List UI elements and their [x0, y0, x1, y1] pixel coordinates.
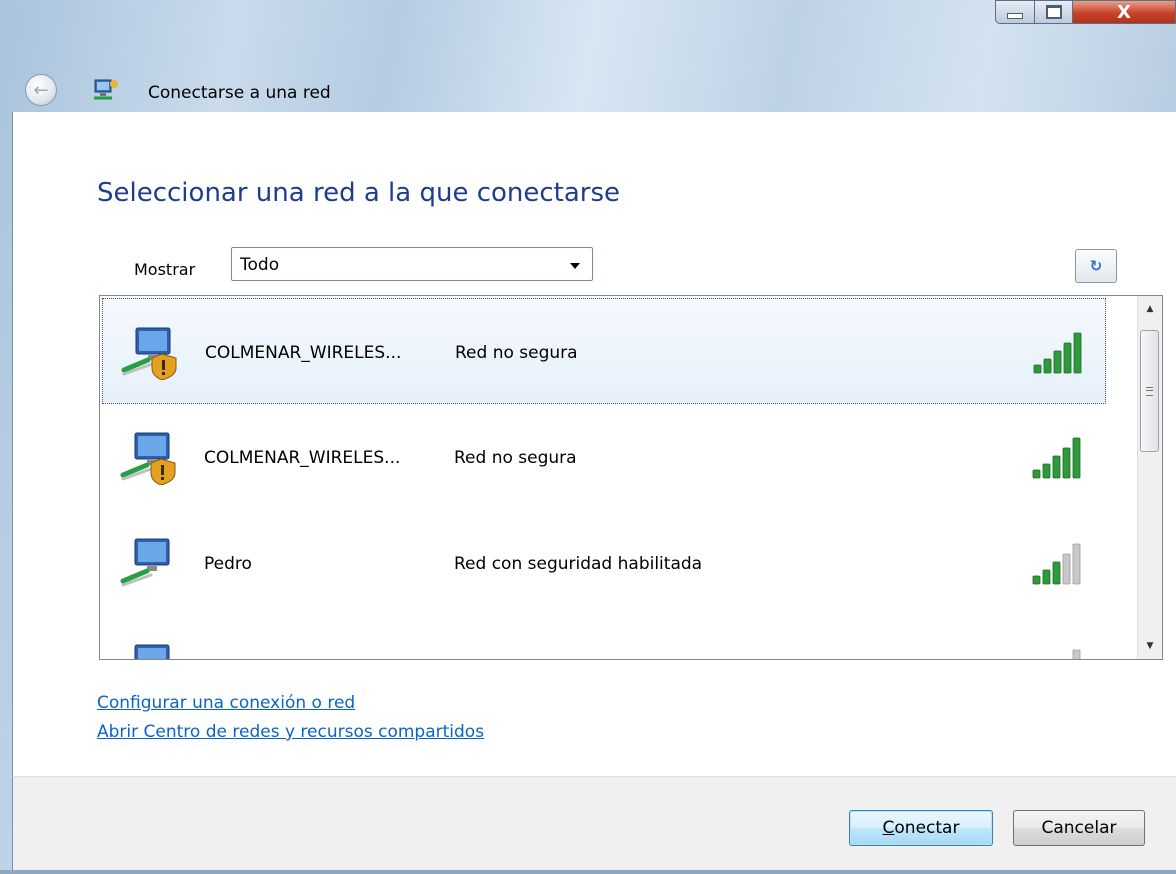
dropdown-arrow-icon — [570, 263, 580, 269]
network-list[interactable]: COLMENAR_WIRELES... Red no segura COLMENAR… — [99, 295, 1163, 660]
signal-bar — [1053, 350, 1062, 374]
network-icon — [120, 538, 170, 587]
signal-strength-icon — [1032, 437, 1081, 479]
window-title: Conectarse a una red — [148, 83, 331, 103]
network-icon — [134, 644, 170, 659]
button-bar: Conectar Cancelar — [12, 776, 1176, 871]
signal-bar — [1072, 649, 1081, 659]
cancel-button[interactable]: Cancelar — [1013, 810, 1145, 846]
connect-button[interactable]: Conectar — [849, 810, 993, 846]
signal-bar — [1032, 469, 1041, 479]
minimize-icon — [1007, 13, 1023, 19]
network-row[interactable]: COLMENAR_WIRELES... Red no segura — [102, 298, 1106, 404]
unsecured-network-icon — [121, 327, 177, 380]
signal-bar — [1072, 437, 1081, 479]
close-button[interactable]: X — [1073, 0, 1176, 24]
signal-bar — [1032, 575, 1041, 585]
signal-bar — [1033, 364, 1042, 374]
signal-strength-icon — [1033, 332, 1082, 374]
network-name: COLMENAR_WIRELES... — [205, 343, 402, 363]
signal-bar — [1042, 463, 1051, 479]
page-heading: Seleccionar una red a la que conectarse — [97, 178, 621, 208]
signal-bar — [1062, 447, 1071, 479]
dialog-window: ← Conectarse a una red X Seleccionar una… — [0, 0, 1176, 874]
grip-icon — [1146, 387, 1153, 396]
maximize-icon — [1045, 5, 1062, 19]
network-row[interactable]: COLMENAR_WIRELES... Red no segura — [102, 404, 1106, 510]
filter-dropdown[interactable]: Todo — [231, 247, 593, 281]
close-icon: X — [1117, 1, 1131, 23]
title-bar: ← Conectarse a una red X — [0, 0, 1176, 112]
setup-connection-link[interactable]: Configurar una conexión o red — [97, 693, 355, 713]
signal-bar — [1062, 553, 1071, 585]
filter-label: Mostrar — [134, 260, 196, 279]
content-panel: Seleccionar una red a la que conectarse … — [12, 112, 1176, 776]
network-name: COLMENAR_WIRELES... — [204, 448, 401, 468]
maximize-button[interactable] — [1034, 0, 1073, 24]
network-center-link[interactable]: Abrir Centro de redes y recursos compart… — [97, 722, 484, 742]
back-arrow-icon: ← — [33, 79, 49, 101]
scroll-thumb[interactable] — [1140, 330, 1159, 452]
signal-bar — [1042, 569, 1051, 585]
network-security: Red con seguridad habilitada — [454, 554, 703, 574]
back-button[interactable]: ← — [25, 74, 57, 106]
scroll-down-button[interactable]: ▼ — [1138, 633, 1162, 659]
network-name: Pedro — [204, 554, 252, 574]
network-app-icon — [94, 79, 118, 100]
network-security: Red no segura — [454, 448, 577, 468]
signal-bar — [1043, 358, 1052, 374]
filter-selected-value: Todo — [240, 255, 280, 275]
signal-strength-icon — [1072, 649, 1081, 659]
window-bottom-edge — [0, 870, 1176, 874]
network-row[interactable] — [102, 616, 1106, 659]
scroll-up-button[interactable]: ▲ — [1138, 296, 1162, 322]
signal-bar — [1052, 455, 1061, 479]
connect-mnemonic: C — [882, 818, 895, 838]
signal-bar — [1052, 561, 1061, 585]
minimize-button[interactable] — [995, 0, 1034, 24]
list-scrollbar[interactable]: ▲ ▼ — [1137, 296, 1162, 659]
signal-bar — [1072, 543, 1081, 585]
signal-bar — [1073, 332, 1082, 374]
connect-label: onectar — [894, 818, 960, 838]
unsecured-network-icon — [120, 432, 176, 485]
refresh-button[interactable]: ↻ — [1075, 249, 1117, 283]
network-row[interactable]: Pedro Red con seguridad habilitada — [102, 510, 1106, 616]
network-security: Red no segura — [455, 343, 578, 363]
signal-bar — [1063, 342, 1072, 374]
refresh-icon: ↻ — [1089, 257, 1103, 275]
signal-strength-icon — [1032, 543, 1081, 585]
